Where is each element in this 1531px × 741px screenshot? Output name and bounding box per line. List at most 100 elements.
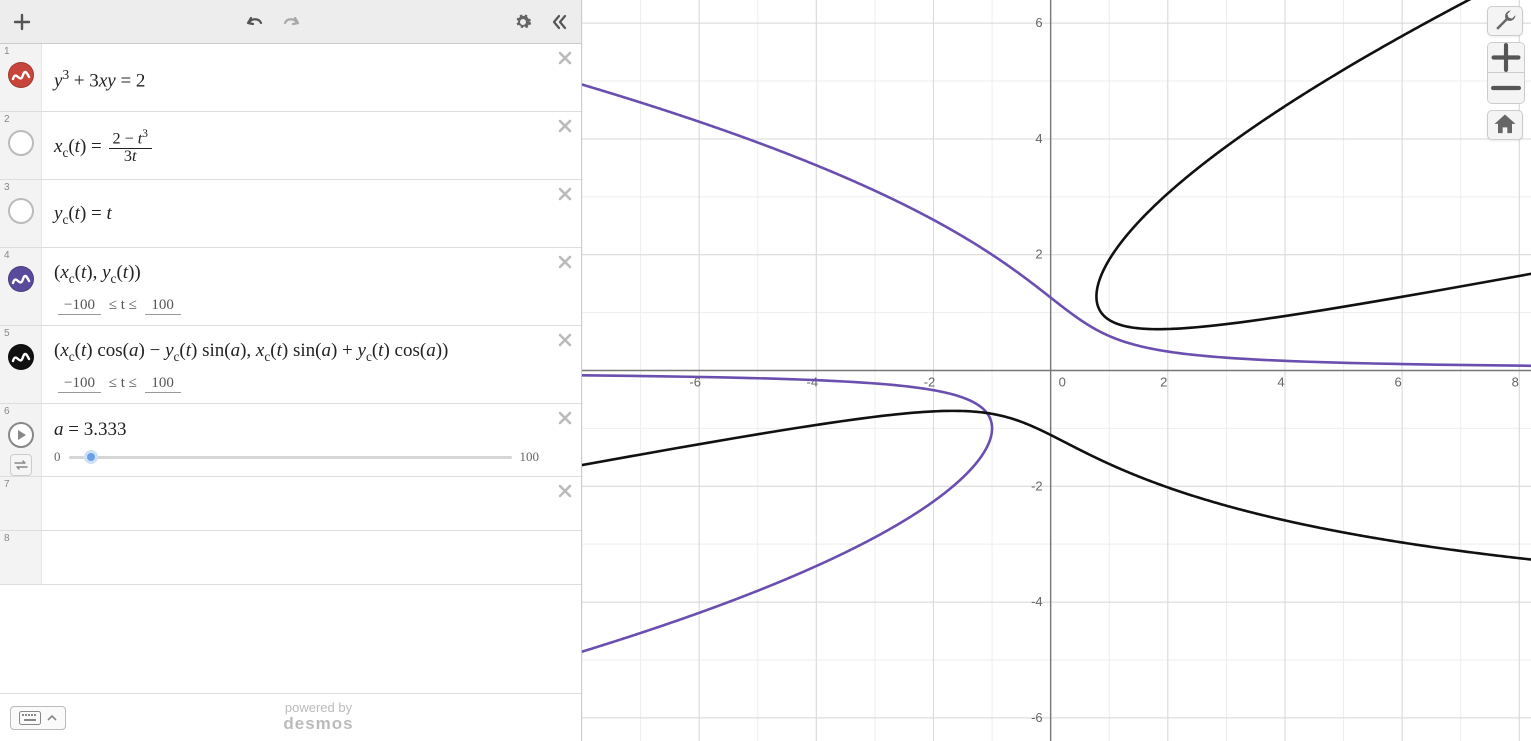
svg-text:-2: -2 [1031,478,1043,493]
expression-row[interactable]: 7 [0,477,581,531]
expression-input[interactable] [42,477,581,530]
close-icon [557,483,573,499]
undo-button[interactable] [237,4,273,40]
expression-gutter: 4 [0,248,42,325]
expression-input[interactable]: (xc(t) cos(a) − yc(t) sin(a), xc(t) sin(… [42,326,581,403]
delete-expression-button[interactable] [557,410,573,431]
chevron-double-left-icon [550,13,568,31]
delete-expression-button[interactable] [557,483,573,504]
play-icon [15,429,27,441]
redo-icon [281,13,301,31]
add-expression-button[interactable] [4,4,40,40]
expression-index: 8 [4,533,10,544]
svg-text:8: 8 [1512,375,1519,390]
expression-color-swatch[interactable] [8,62,34,88]
expression-row[interactable]: 1 y3 + 3xy = 2 [0,44,581,112]
panel-footer: powered by desmos [0,693,581,741]
collapse-panel-button[interactable] [541,4,577,40]
expression-input[interactable] [42,531,581,584]
expression-row[interactable]: 8 [0,531,581,585]
expression-toggle[interactable] [8,198,34,224]
settings-button[interactable] [505,4,541,40]
parameter-domain[interactable]: −100 ≤ t ≤ 100 [54,297,545,315]
wrench-icon [1488,7,1522,35]
close-icon [557,50,573,66]
expression-color-swatch[interactable] [8,344,34,370]
expression-index: 5 [4,328,10,339]
expression-row[interactable]: 5 (xc(t) cos(a) − yc(t) sin(a), xc(t) sin… [0,326,581,404]
svg-text:-4: -4 [1031,594,1043,609]
expression-input[interactable]: (xc(t), yc(t))−100 ≤ t ≤ 100 [42,248,581,325]
expression-gutter: 5 [0,326,42,403]
delete-expression-button[interactable] [557,254,573,275]
expression-row[interactable]: 4(xc(t), yc(t))−100 ≤ t ≤ 100 [0,248,581,326]
slider-track[interactable] [69,449,512,465]
undo-icon [245,13,265,31]
svg-text:0: 0 [1059,375,1066,390]
close-icon [557,254,573,270]
graph-settings-button[interactable] [1487,6,1523,36]
svg-text:6: 6 [1035,15,1042,30]
expression-gutter: 6 [0,404,42,476]
gear-icon [514,13,532,31]
svg-text:2: 2 [1160,375,1167,390]
zoom-in-button[interactable] [1488,43,1524,73]
close-icon [557,186,573,202]
slider[interactable]: 0 100 [54,449,545,465]
expression-input[interactable]: y3 + 3xy = 2 [42,44,581,111]
slider-min: 0 [54,449,61,465]
expression-toggle[interactable] [8,130,34,156]
svg-text:4: 4 [1277,375,1284,390]
zoom-out-button[interactable] [1488,73,1524,103]
delete-expression-button[interactable] [557,186,573,207]
svg-text:-4: -4 [807,375,819,390]
close-icon [557,410,573,426]
home-icon [1488,111,1522,139]
keypad-toggle-button[interactable] [10,706,66,730]
chevron-up-icon [47,713,57,723]
wave-icon [11,65,31,85]
loop-icon [14,460,28,470]
expression-index: 3 [4,182,10,193]
graph-svg: -6-4-22468-6-4-22460 [582,0,1531,741]
parameter-domain[interactable]: −100 ≤ t ≤ 100 [54,375,545,393]
minus-icon [1488,73,1524,103]
expression-row[interactable]: 2 xc(t) = 2 − t33t [0,112,581,180]
expression-index: 2 [4,114,10,125]
svg-text:4: 4 [1035,131,1042,146]
expression-input[interactable]: a = 3.3330100 [42,404,581,476]
slider-loop-button[interactable] [10,454,32,476]
keyboard-icon [19,711,41,725]
expression-gutter: 2 [0,112,42,179]
expression-panel: 1 y3 + 3xy = 2 2 xc(t) = 2 − t33t 3 yc(t) = t… [0,0,582,741]
expression-row[interactable]: 3 yc(t) = t [0,180,581,248]
svg-text:-2: -2 [924,375,936,390]
zoom-controls [1487,42,1525,104]
expression-toolbar [0,0,581,44]
wave-icon [11,347,31,367]
svg-text:-6: -6 [1031,710,1043,725]
expression-gutter: 8 [0,531,42,584]
home-button[interactable] [1487,110,1523,140]
delete-expression-button[interactable] [557,332,573,353]
wave-icon [11,269,31,289]
expression-gutter: 1 [0,44,42,111]
delete-expression-button[interactable] [557,118,573,139]
expression-color-swatch[interactable] [8,266,34,292]
expression-row[interactable]: 6a = 3.3330100 [0,404,581,477]
expression-index: 1 [4,46,10,57]
slider-max: 100 [520,449,540,465]
svg-text:2: 2 [1035,247,1042,262]
svg-text:6: 6 [1395,375,1402,390]
expression-input[interactable]: xc(t) = 2 − t33t [42,112,581,179]
expression-list: 1 y3 + 3xy = 2 2 xc(t) = 2 − t33t 3 yc(t) = t… [0,44,581,693]
expression-index: 6 [4,406,10,417]
expression-input[interactable]: yc(t) = t [42,180,581,247]
graph-controls [1487,6,1525,140]
close-icon [557,118,573,134]
redo-button[interactable] [273,4,309,40]
delete-expression-button[interactable] [557,50,573,71]
plus-icon [13,13,31,31]
graph-area[interactable]: -6-4-22468-6-4-22460 [582,0,1531,741]
slider-play-button[interactable] [8,422,34,448]
